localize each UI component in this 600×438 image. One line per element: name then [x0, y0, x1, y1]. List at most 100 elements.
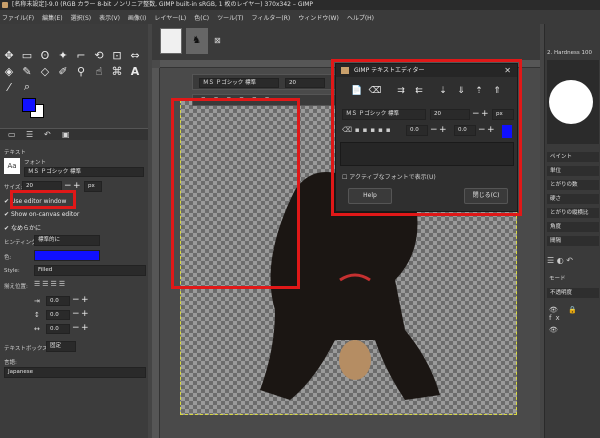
- image-tab-1[interactable]: [160, 28, 182, 54]
- menu-help[interactable]: ヘルプ(H): [347, 13, 374, 22]
- brush-item-3[interactable]: 硬さ: [547, 194, 599, 204]
- antialias-label: なめらかに: [10, 225, 41, 232]
- brush-item-1[interactable]: 単位: [547, 166, 599, 176]
- mode-label: モード: [549, 276, 566, 282]
- dog-thumbnail-icon: ♞: [192, 35, 201, 46]
- line-spacing-increase-button[interactable]: +: [81, 310, 89, 319]
- highlight-editor-dialog: [331, 59, 522, 216]
- path-icon[interactable]: ⌘: [110, 64, 124, 78]
- on-canvas-font-bar: ＭＳ Ｐゴシック 標準 20: [192, 74, 337, 90]
- menu-filters[interactable]: フィルター(R): [251, 13, 290, 22]
- letter-spacing-increase-button[interactable]: +: [81, 324, 89, 333]
- font-preview[interactable]: Aa: [4, 158, 20, 174]
- highlight-text-box: [171, 98, 300, 289]
- foreground-color-swatch[interactable]: [22, 98, 36, 112]
- letter-spacing-input[interactable]: 0.0: [46, 324, 70, 334]
- indent-increase-button[interactable]: +: [81, 296, 89, 305]
- lock-icons[interactable]: 👁 🔒 fx: [549, 306, 600, 322]
- brush-shape: [549, 80, 593, 124]
- brush-item-6[interactable]: 間隔: [547, 236, 599, 246]
- brush-item-2[interactable]: とがりの数: [547, 180, 599, 190]
- transform-icon[interactable]: ⟲: [92, 48, 106, 62]
- image-tab-2[interactable]: ♞: [186, 28, 208, 54]
- image-tabs: ♞ ⊠: [152, 24, 540, 60]
- indent-icon: ⇥: [34, 297, 40, 305]
- color-label: 色:: [4, 255, 12, 261]
- vertical-ruler: [152, 68, 160, 438]
- warp-icon[interactable]: ⊡: [110, 48, 124, 62]
- brush-name: 2. Hardness 100: [547, 50, 593, 56]
- menu-view[interactable]: 表示(V): [99, 13, 120, 22]
- menu-layer[interactable]: レイヤー(L): [154, 13, 186, 22]
- antialias-checkbox[interactable]: ✔ なめらかに: [4, 223, 41, 232]
- language-label: 言語:: [4, 360, 17, 366]
- smudge-icon[interactable]: ☝: [92, 64, 106, 78]
- menu-edit[interactable]: 編集(E): [42, 13, 62, 22]
- brush-preview[interactable]: [547, 60, 599, 144]
- clone-icon[interactable]: ⚲: [74, 64, 88, 78]
- lasso-icon[interactable]: ʘ: [38, 48, 52, 62]
- fuzzy-select-icon[interactable]: ✦: [56, 48, 70, 62]
- menu-colors[interactable]: 色(C): [194, 13, 209, 22]
- tool-options-tab-icon[interactable]: ▭: [8, 130, 16, 139]
- menu-file[interactable]: ファイル(F): [2, 13, 34, 22]
- color-picker-icon[interactable]: ⁄: [2, 80, 16, 94]
- brush-item-4[interactable]: とがりの縦横比: [547, 208, 599, 218]
- window-title: [名称未設定]-9.0 (RGB カラー 8-bit ノンリニア整数, GIMP…: [12, 1, 314, 8]
- line-spacing-decrease-button[interactable]: −: [72, 310, 80, 319]
- title-bar: [名称未設定]-9.0 (RGB カラー 8-bit ノンリニア整数, GIMP…: [0, 0, 600, 10]
- highlight-use-editor: [10, 190, 76, 209]
- brush-icon[interactable]: ✎: [20, 64, 34, 78]
- menu-windows[interactable]: ウィンドウ(W): [298, 13, 339, 22]
- line-spacing-icon: ↕: [34, 311, 40, 319]
- justify-buttons[interactable]: ☰☰☰☰: [34, 280, 67, 288]
- box-label: テキストボックス:: [4, 346, 50, 352]
- close-tab-icon[interactable]: ⊠: [214, 36, 221, 45]
- menu-bar: ファイル(F) 編集(E) 選択(S) 表示(V) 画像(I) レイヤー(L) …: [0, 10, 600, 24]
- toolbox: ✥ ▭ ʘ ✦ ⌐ ⟲ ⊡ ⇔ ◈ ✎ ◇ ✐ ⚲ ☝ ⌘ A ⁄ ⌕ ▭ ☰ …: [0, 24, 148, 438]
- menu-tools[interactable]: ツール(T): [217, 13, 243, 22]
- show-canvas-editor-label: Show on-canvas editor: [10, 211, 80, 218]
- brushes-panel: 2. Hardness 100 ペイント 単位 とがりの数 硬さ とがりの縦横比…: [544, 24, 600, 438]
- flip-icon[interactable]: ⇔: [128, 48, 142, 62]
- on-canvas-font[interactable]: ＭＳ Ｐゴシック 標準: [199, 78, 279, 88]
- layers-tab-icons[interactable]: ☰ ◐ ↶: [547, 256, 599, 268]
- device-status-tab-icon[interactable]: ☰: [26, 130, 33, 139]
- gimp-app-icon: [2, 2, 8, 8]
- menu-image[interactable]: 画像(I): [128, 13, 146, 22]
- language-input[interactable]: Japanese: [4, 367, 146, 378]
- hinting-select[interactable]: 標準的に: [34, 235, 100, 246]
- font-label: フォント: [24, 160, 47, 166]
- show-canvas-editor-checkbox[interactable]: ✔ Show on-canvas editor: [4, 211, 79, 218]
- opacity-row[interactable]: 不透明度: [547, 288, 599, 298]
- eraser-icon[interactable]: ◇: [38, 64, 52, 78]
- style-label: Style:: [4, 268, 20, 274]
- measure-icon[interactable]: ⌕: [20, 80, 34, 94]
- line-spacing-input[interactable]: 0.0: [46, 310, 70, 320]
- brush-item-5[interactable]: 角度: [547, 222, 599, 232]
- text-color-button[interactable]: [34, 250, 100, 261]
- justify-label: 揃え位置:: [4, 284, 28, 290]
- undo-history-tab-icon[interactable]: ↶: [44, 130, 51, 139]
- on-canvas-size[interactable]: 20: [285, 78, 325, 88]
- letter-spacing-decrease-button[interactable]: −: [72, 324, 80, 333]
- size-unit-select[interactable]: px: [84, 181, 102, 192]
- images-tab-icon[interactable]: ▣: [62, 130, 70, 139]
- rect-select-icon[interactable]: ▭: [20, 48, 34, 62]
- indent-decrease-button[interactable]: −: [72, 296, 80, 305]
- menu-select[interactable]: 選択(S): [71, 13, 92, 22]
- bucket-icon[interactable]: ◈: [2, 64, 16, 78]
- crop-icon[interactable]: ⌐: [74, 48, 88, 62]
- font-field[interactable]: ＭＳ Ｐゴシック 標準: [24, 167, 144, 177]
- style-select[interactable]: Filled: [34, 265, 146, 276]
- text-tool-icon[interactable]: A: [128, 64, 142, 78]
- airbrush-icon[interactable]: ✐: [56, 64, 70, 78]
- indent-input[interactable]: 0.0: [46, 296, 70, 306]
- move-tool-icon[interactable]: ✥: [2, 48, 16, 62]
- brush-item-0[interactable]: ペイント: [547, 152, 599, 162]
- letter-spacing-icon: ↔: [34, 325, 40, 333]
- dock-tabs: ▭ ☰ ↶ ▣: [0, 128, 148, 140]
- visibility-icon[interactable]: 👁: [549, 326, 558, 334]
- box-select[interactable]: 固定: [46, 341, 76, 352]
- section-title: テキスト: [4, 150, 26, 156]
